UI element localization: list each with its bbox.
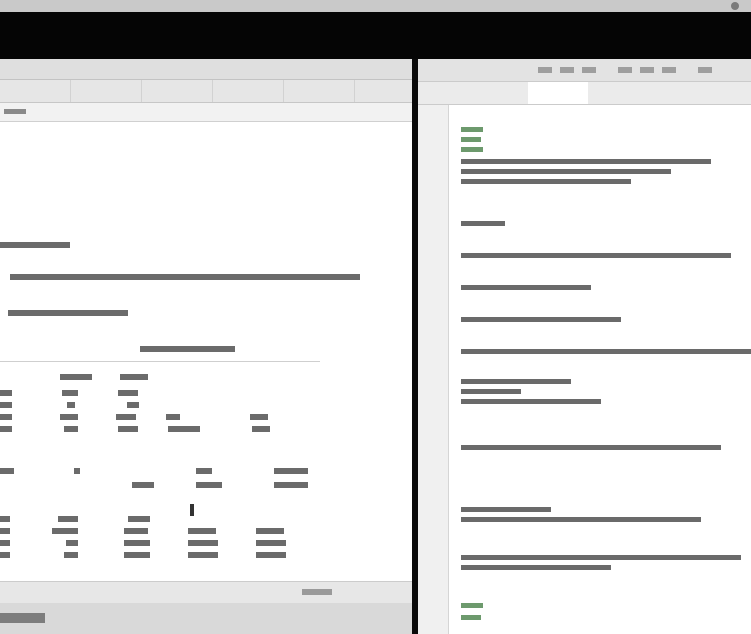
table-rule	[0, 361, 320, 362]
code-comment	[461, 615, 481, 620]
result-line	[8, 309, 128, 317]
table-row	[0, 539, 286, 547]
toolbar-button[interactable]	[618, 67, 632, 73]
code-line	[461, 517, 701, 522]
toolbar-button[interactable]	[582, 67, 596, 73]
code-line	[461, 379, 571, 384]
table-row	[0, 515, 150, 523]
editor-toolbar	[418, 59, 751, 82]
line-number-gutter	[418, 105, 449, 634]
results-status-bar	[0, 581, 412, 604]
table-row	[0, 551, 286, 559]
toolbar-button[interactable]	[640, 67, 654, 73]
results-tab-4[interactable]	[213, 80, 284, 102]
table-row	[0, 413, 268, 421]
table-row	[0, 425, 270, 433]
code-comment	[461, 127, 483, 132]
results-output	[0, 121, 412, 612]
results-tab-3[interactable]	[142, 80, 213, 102]
code-line	[461, 565, 611, 570]
code-line	[461, 317, 621, 322]
results-command-strip	[0, 103, 412, 122]
results-tab-1[interactable]	[0, 80, 71, 102]
results-window	[0, 59, 412, 634]
code-comment	[461, 137, 481, 142]
editor-tab-1[interactable]	[438, 82, 508, 104]
mouse-cursor-icon	[190, 504, 194, 516]
editor-tab-3[interactable]	[608, 82, 668, 104]
table-row	[0, 467, 308, 475]
result-line	[140, 345, 235, 353]
code-line-selected	[461, 507, 551, 512]
results-tabs	[0, 80, 412, 103]
status-text	[302, 589, 332, 595]
table-row	[0, 389, 138, 397]
code-area[interactable]	[449, 105, 751, 634]
bottom-bar-marker	[0, 613, 45, 623]
code-comment	[461, 603, 483, 608]
dark-toolbar	[0, 12, 751, 59]
editor-tab-4[interactable]	[678, 82, 738, 104]
do-file-editor	[418, 59, 751, 634]
code-line	[461, 285, 591, 290]
results-tab-5[interactable]	[284, 80, 355, 102]
results-bottom-bar	[0, 603, 412, 634]
table-row	[0, 481, 308, 489]
result-line	[10, 273, 360, 281]
code-line	[461, 253, 731, 258]
table-header	[60, 373, 148, 381]
code-line	[461, 169, 671, 174]
code-line	[461, 159, 711, 164]
os-top-bar	[0, 0, 751, 12]
toolbar-button[interactable]	[538, 67, 552, 73]
toolbar-button[interactable]	[698, 67, 712, 73]
results-tab-2[interactable]	[71, 80, 142, 102]
editor-tabs	[418, 82, 751, 105]
table-row	[0, 527, 284, 535]
result-line	[0, 241, 70, 249]
code-comment	[461, 147, 483, 152]
code-line	[461, 221, 505, 226]
toolbar-button[interactable]	[662, 67, 676, 73]
window-control-icon[interactable]	[731, 2, 739, 10]
table-row	[0, 401, 139, 409]
toolbar-button[interactable]	[560, 67, 574, 73]
code-line	[461, 349, 751, 354]
code-line	[461, 179, 631, 184]
code-line	[461, 399, 601, 404]
strip-marker	[4, 109, 26, 114]
code-line	[461, 445, 721, 450]
code-line	[461, 555, 741, 560]
code-line	[461, 389, 521, 394]
results-menu-bar	[0, 59, 412, 80]
editor-tab-2[interactable]	[528, 82, 588, 104]
